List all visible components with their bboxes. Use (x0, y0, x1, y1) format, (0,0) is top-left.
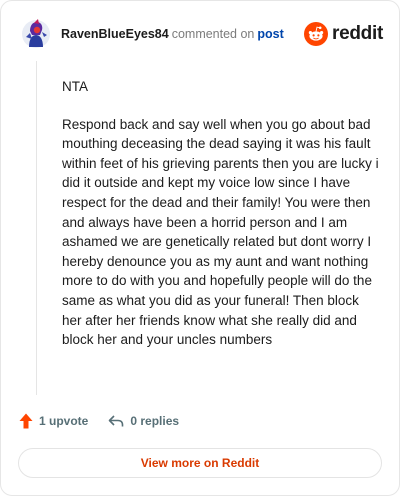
comment-text: Respond back and say well when you go ab… (62, 116, 379, 348)
upvote-button[interactable]: 1 upvote (19, 413, 88, 429)
comment-actions: 1 upvote 0 replies (19, 413, 179, 429)
username-link[interactable]: RavenBlueEyes84 (61, 27, 169, 41)
reddit-logo[interactable]: reddit (304, 22, 383, 46)
reddit-snoo-icon (304, 22, 329, 46)
comment-header: RavenBlueEyes84 commented on post reddit (21, 17, 383, 51)
comment-meta: RavenBlueEyes84 commented on post (61, 27, 304, 41)
view-more-button[interactable]: View more on Reddit (18, 448, 382, 478)
reply-arrow-icon (109, 415, 124, 427)
reply-button[interactable]: 0 replies (108, 414, 179, 428)
avatar-icon (22, 19, 50, 48)
comment-body: NTA Respond back and say well when you g… (62, 77, 380, 368)
thread-line (36, 61, 37, 395)
action-text: commented on (171, 27, 255, 41)
upvote-count: 1 upvote (39, 414, 89, 428)
user-avatar[interactable] (21, 17, 51, 51)
reply-count: 0 replies (130, 414, 180, 428)
upvote-arrow-icon (19, 413, 33, 429)
comment-verdict: NTA (62, 79, 88, 94)
reddit-wordmark: reddit (332, 23, 383, 44)
post-link[interactable]: post (257, 27, 283, 41)
embedded-comment-card: RavenBlueEyes84 commented on post reddit N… (0, 0, 400, 496)
